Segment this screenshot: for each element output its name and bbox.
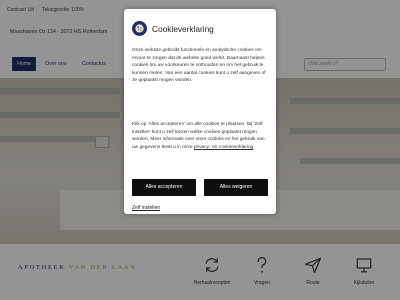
cookie-dialog: Cookieverklaring Onze website gebruikt f… bbox=[124, 9, 276, 214]
cookie-intro-text: Onze website gebruikt functionele en ana… bbox=[132, 48, 266, 84]
cookie-dialog-header: Cookieverklaring bbox=[132, 21, 214, 36]
cookie-icon bbox=[132, 21, 147, 36]
privacy-link[interactable]: privacy- en cookieverklaring bbox=[194, 145, 253, 150]
cookie-info-text-end: . bbox=[253, 144, 255, 150]
reject-all-button[interactable]: Alles weigeren bbox=[204, 179, 268, 196]
accept-all-button[interactable]: Alles accepteren bbox=[132, 179, 196, 196]
custom-settings-link[interactable]: Zelf instellen bbox=[132, 205, 160, 211]
cookie-dialog-title: Cookieverklaring bbox=[152, 23, 214, 34]
cookie-info-text: Klik op 'Alles accepteren' om alle cooki… bbox=[132, 121, 268, 151]
